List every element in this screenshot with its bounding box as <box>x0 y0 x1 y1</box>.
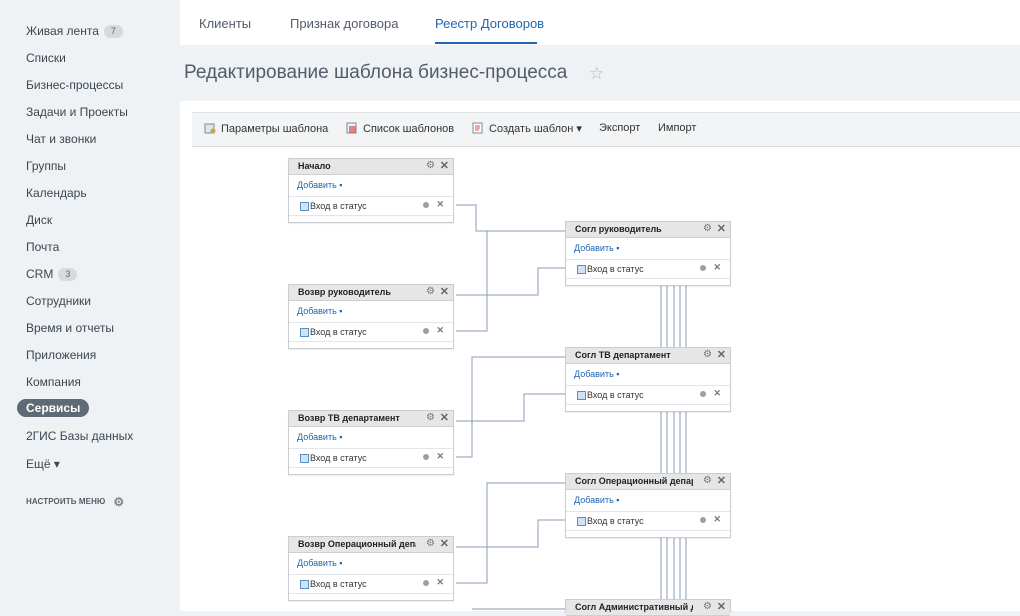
gear-icon[interactable]: ⚙ <box>703 223 712 234</box>
close-icon[interactable]: ✕ <box>713 262 721 273</box>
close-icon[interactable]: ✕ <box>440 411 449 424</box>
settings-dot-icon[interactable] <box>423 328 429 334</box>
close-icon[interactable]: ✕ <box>713 514 721 525</box>
close-icon[interactable]: ✕ <box>717 222 726 235</box>
add-link[interactable]: Добавить ▪ <box>574 243 619 253</box>
close-icon[interactable]: ✕ <box>440 537 449 550</box>
settings-dot-icon[interactable] <box>700 391 706 397</box>
add-link[interactable]: Добавить ▪ <box>574 495 619 505</box>
settings-dot-icon[interactable] <box>423 202 429 208</box>
node-approve-tv-dept[interactable]: Согл ТВ департамент ⚙ ✕ Добавить ▪ Вход … <box>565 347 731 412</box>
gear-icon[interactable]: ⚙ <box>426 160 435 171</box>
add-link[interactable]: Добавить ▪ <box>297 180 342 190</box>
settings-dot-icon[interactable] <box>423 580 429 586</box>
gear-icon[interactable]: ⚙ <box>426 412 435 423</box>
gear-icon[interactable]: ⚙ <box>426 538 435 549</box>
settings-dot-icon[interactable] <box>700 517 706 523</box>
node-approve-ops-dept[interactable]: Согл Операционный департамент ⚙ ✕ Добави… <box>565 473 731 538</box>
close-icon[interactable]: ✕ <box>717 348 726 361</box>
node-return-tv-dept[interactable]: Возвр ТВ департамент ⚙ ✕ Добавить ▪ Вход… <box>288 410 454 475</box>
node-return-manager[interactable]: Возвр руководитель ⚙ ✕ Добавить ▪ Вход в… <box>288 284 454 349</box>
enter-state-icon <box>300 328 309 337</box>
gear-icon[interactable]: ⚙ <box>703 349 712 360</box>
state-row: Вход в статус ✕ <box>566 259 730 279</box>
close-icon[interactable]: ✕ <box>713 388 721 399</box>
enter-state-icon <box>577 391 586 400</box>
add-link[interactable]: Добавить ▪ <box>297 432 342 442</box>
connector-lines <box>456 204 687 611</box>
enter-state-icon <box>577 265 586 274</box>
enter-state-icon <box>300 580 309 589</box>
close-icon[interactable]: ✕ <box>436 451 444 462</box>
close-icon[interactable]: ✕ <box>717 600 726 613</box>
state-row: Вход в статус ✕ <box>566 511 730 531</box>
close-icon[interactable]: ✕ <box>717 474 726 487</box>
state-row: Вход в статус ✕ <box>566 385 730 405</box>
gear-icon[interactable]: ⚙ <box>703 475 712 486</box>
state-row: Вход в статус ✕ <box>289 196 453 216</box>
node-return-ops-dept[interactable]: Возвр Операционный департамент ⚙ ✕ Добав… <box>288 536 454 601</box>
state-row: Вход в статус ✕ <box>289 574 453 594</box>
node-approve-manager[interactable]: Согл руководитель ⚙ ✕ Добавить ▪ Вход в … <box>565 221 731 286</box>
close-icon[interactable]: ✕ <box>440 285 449 298</box>
close-icon[interactable]: ✕ <box>436 199 444 210</box>
settings-dot-icon[interactable] <box>700 265 706 271</box>
close-icon[interactable]: ✕ <box>440 159 449 172</box>
enter-state-icon <box>300 202 309 211</box>
settings-dot-icon[interactable] <box>423 454 429 460</box>
close-icon[interactable]: ✕ <box>436 577 444 588</box>
enter-state-icon <box>300 454 309 463</box>
state-row: Вход в статус ✕ <box>289 322 453 342</box>
node-approve-admin-dept[interactable]: Согл Административный департамент ⚙ ✕ <box>565 599 731 616</box>
gear-icon[interactable]: ⚙ <box>703 601 712 612</box>
add-link[interactable]: Добавить ▪ <box>297 558 342 568</box>
enter-state-icon <box>577 517 586 526</box>
state-row: Вход в статус ✕ <box>289 448 453 468</box>
add-link[interactable]: Добавить ▪ <box>574 369 619 379</box>
add-link[interactable]: Добавить ▪ <box>297 306 342 316</box>
node-start[interactable]: Начало ⚙ ✕ Добавить ▪ Вход в статус ✕ <box>288 158 454 223</box>
close-icon[interactable]: ✕ <box>436 325 444 336</box>
gear-icon[interactable]: ⚙ <box>426 286 435 297</box>
